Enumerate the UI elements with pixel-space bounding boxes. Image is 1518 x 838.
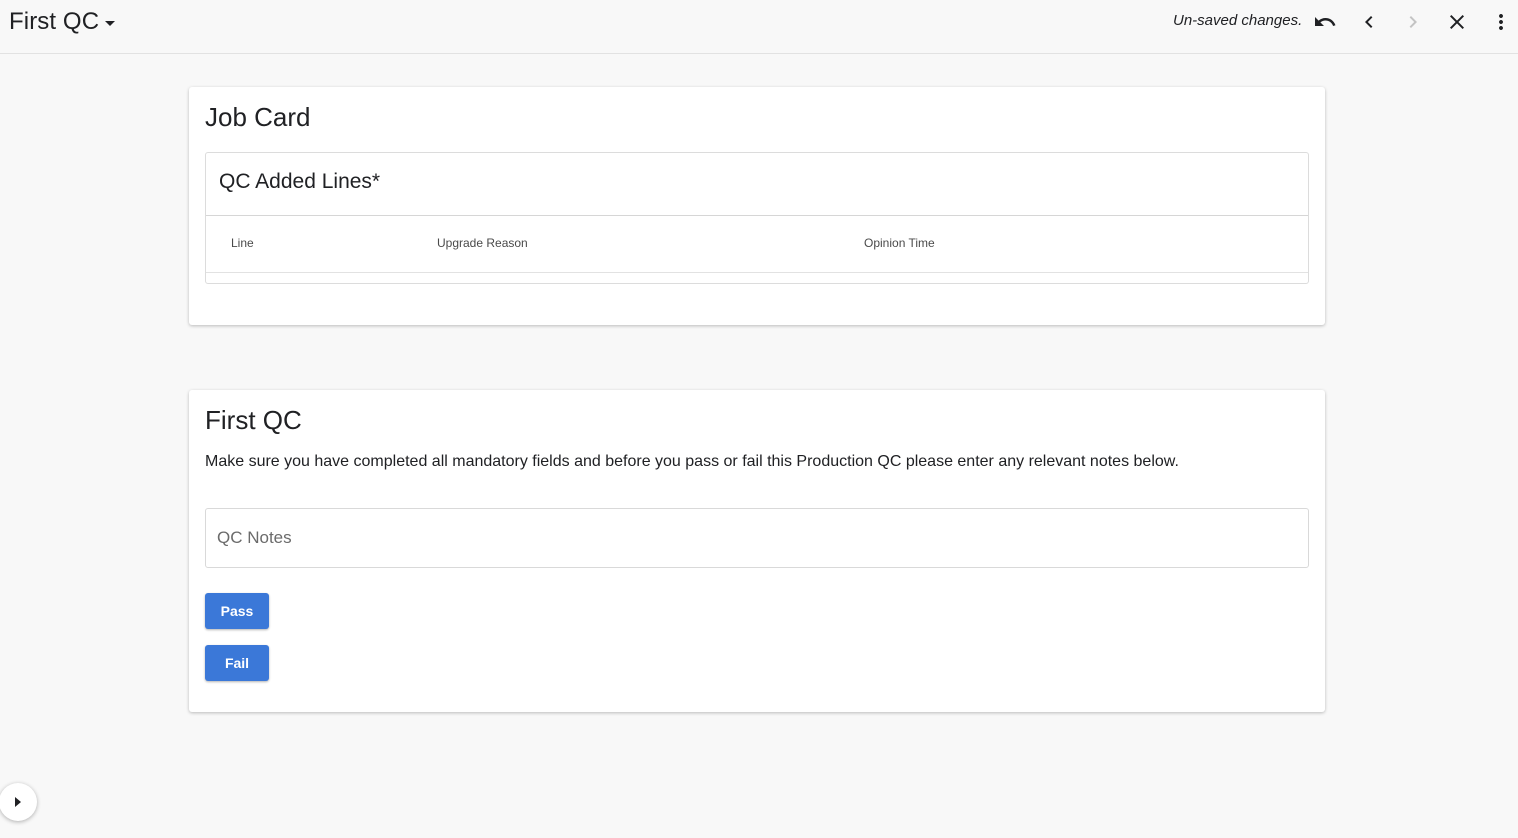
first-qc-title: First QC — [205, 405, 302, 435]
qc-notes-input[interactable] — [205, 508, 1309, 568]
first-qc-section: First QC Make sure you have completed al… — [189, 390, 1325, 712]
chevron-down-icon — [105, 20, 116, 26]
divider — [206, 215, 1308, 216]
chevron-left-icon[interactable] — [1355, 8, 1383, 36]
title-dropdown[interactable]: First QC — [9, 7, 116, 37]
divider — [206, 272, 1308, 273]
undo-icon[interactable] — [1311, 8, 1339, 36]
column-header-line[interactable]: Line — [231, 236, 254, 250]
qc-instructions: Make sure you have completed all mandato… — [205, 453, 1179, 470]
column-header-upgrade-reason[interactable]: Upgrade Reason — [437, 236, 528, 250]
fail-button[interactable]: Fail — [205, 645, 269, 681]
page-title: First QC — [9, 8, 100, 35]
job-card-title: Job Card — [205, 102, 311, 132]
close-icon[interactable] — [1443, 8, 1471, 36]
expand-panel-button[interactable] — [0, 783, 37, 821]
more-vert-icon[interactable] — [1487, 8, 1515, 36]
chevron-right-icon[interactable] — [1399, 8, 1427, 36]
unsaved-status: Un-saved changes. — [1173, 12, 1303, 29]
top-bar: First QC Un-saved changes. — [0, 0, 1518, 54]
pass-button[interactable]: Pass — [205, 593, 269, 629]
qc-added-lines-panel: QC Added Lines* Line Upgrade Reason Opin… — [205, 152, 1309, 284]
job-card-section: Job Card QC Added Lines* Line Upgrade Re… — [189, 87, 1325, 325]
qc-added-lines-title: QC Added Lines* — [219, 170, 381, 193]
column-header-opinion-time[interactable]: Opinion Time — [864, 236, 935, 250]
play-arrow-icon — [15, 797, 21, 807]
